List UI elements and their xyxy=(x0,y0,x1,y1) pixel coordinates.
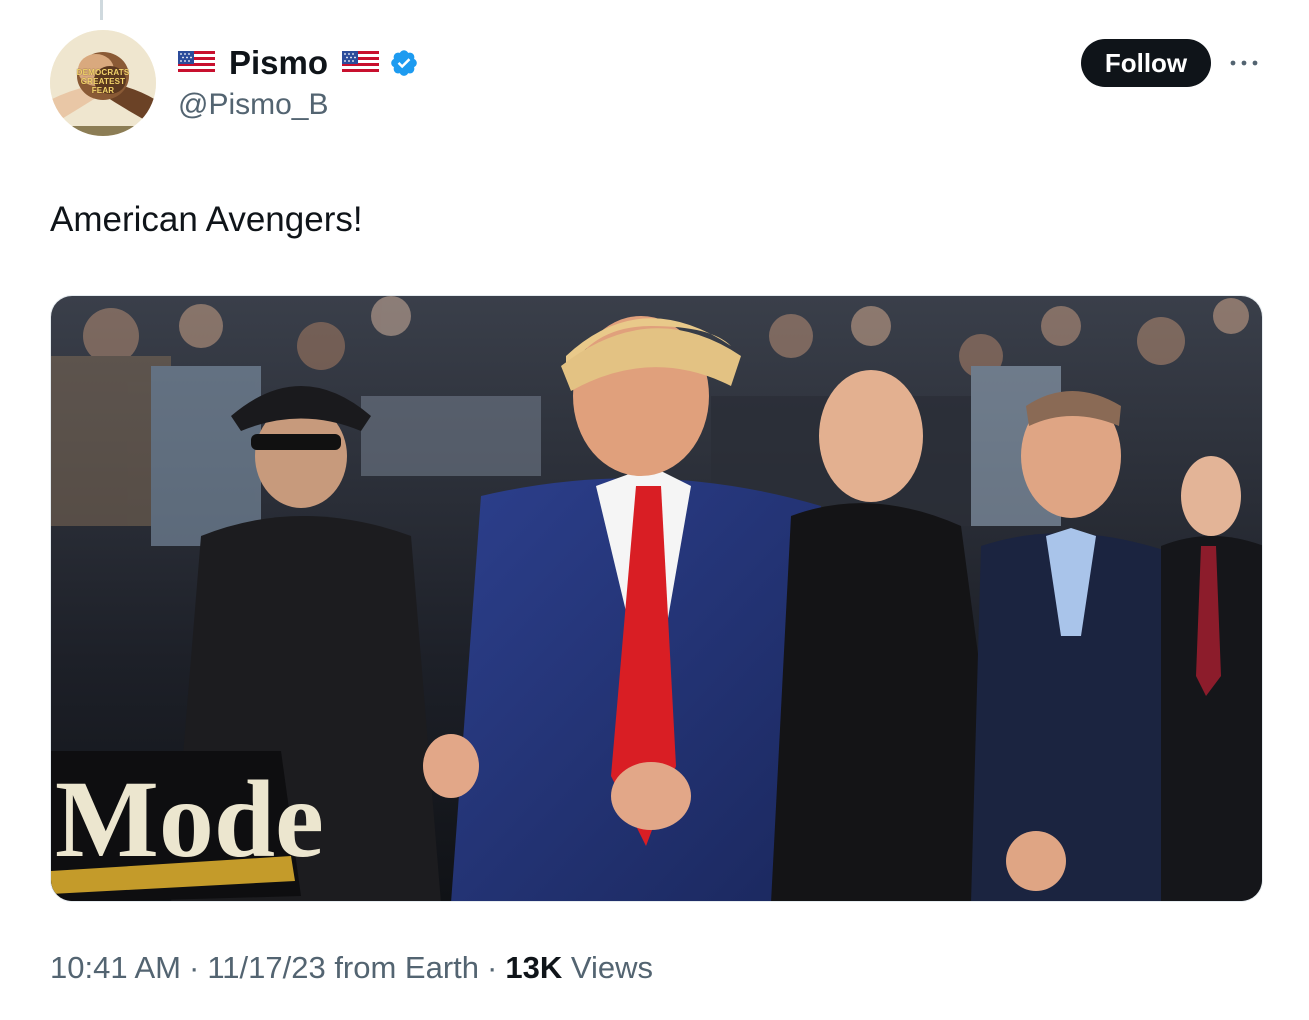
us-flag-icon xyxy=(178,51,215,75)
avatar[interactable]: DEMOCRATS GREATEST FEAR xyxy=(50,30,156,136)
author-info: Pismo @Pismo_B xyxy=(178,40,419,122)
thread-line xyxy=(100,0,103,20)
more-icon[interactable] xyxy=(1224,48,1264,78)
tweet-meta: 10:41 AM · 11/17/23 from Earth · 13K Views xyxy=(50,950,653,986)
us-flag-icon xyxy=(342,51,380,75)
verified-badge-icon[interactable] xyxy=(389,48,419,78)
separator: · xyxy=(487,950,498,985)
tweet-source: from Earth xyxy=(334,950,480,985)
tweet-text: American Avengers! xyxy=(50,200,363,239)
avatar-caption: DEMOCRATS GREATEST FEAR xyxy=(76,68,130,95)
views-label: Views xyxy=(570,950,653,985)
tweet-photo[interactable]: Mode xyxy=(50,295,1263,902)
tweet-time[interactable]: 10:41 AM xyxy=(50,950,181,985)
tweet-date[interactable]: 11/17/23 xyxy=(207,950,325,985)
handle[interactable]: @Pismo_B xyxy=(178,88,419,122)
separator: · xyxy=(188,950,200,985)
tweet-card: DEMOCRATS GREATEST FEAR Pismo @Pismo_B F… xyxy=(0,0,1309,1020)
follow-button[interactable]: Follow xyxy=(1081,39,1211,87)
display-name[interactable]: Pismo xyxy=(229,44,328,82)
name-row[interactable]: Pismo xyxy=(178,40,419,86)
views-count[interactable]: 13K xyxy=(505,950,562,985)
